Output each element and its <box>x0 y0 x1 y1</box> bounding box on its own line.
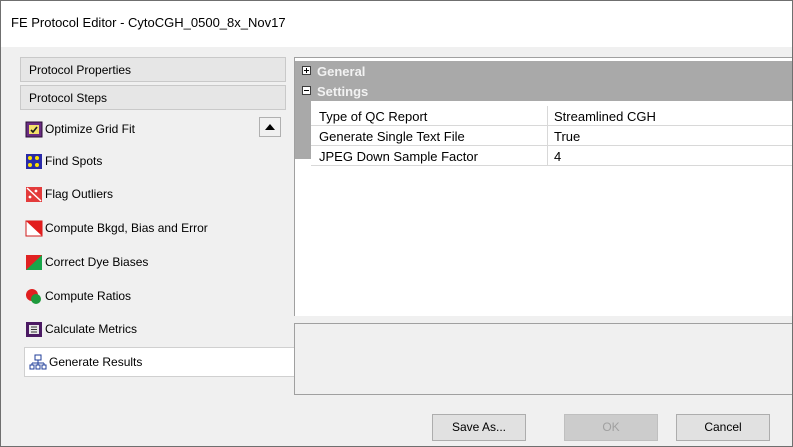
step-label: Correct Dye Biases <box>45 255 149 269</box>
calculate-metrics-icon <box>25 321 43 338</box>
left-panel: Protocol Properties Protocol Steps Optim… <box>20 57 301 395</box>
step-label: Find Spots <box>45 154 103 168</box>
property-row[interactable]: Type of QC Report Streamlined CGH <box>311 106 792 126</box>
step-calculate-metrics[interactable]: Calculate Metrics <box>25 318 137 340</box>
protocol-properties-button[interactable]: Protocol Properties <box>20 57 286 82</box>
category-general[interactable]: General <box>295 61 792 81</box>
step-label: Flag Outliers <box>45 187 114 201</box>
step-flag-outliers[interactable]: Flag Outliers <box>25 183 113 205</box>
collapse-icon[interactable] <box>302 86 311 95</box>
protocol-steps-button[interactable]: Protocol Steps <box>20 85 286 110</box>
property-name: JPEG Down Sample Factor <box>311 146 548 166</box>
title-bar: FE Protocol Editor - CytoCGH_0500_8x_Nov… <box>1 1 792 47</box>
correct-dye-icon <box>25 254 43 271</box>
property-name: Generate Single Text File <box>311 126 548 146</box>
category-label: General <box>317 64 366 79</box>
property-name: Type of QC Report <box>311 106 548 126</box>
property-row[interactable]: JPEG Down Sample Factor 4 <box>311 146 792 166</box>
expand-icon[interactable] <box>302 66 311 75</box>
scroll-up-button[interactable] <box>259 117 281 137</box>
step-optimize-grid-fit[interactable]: Optimize Grid Fit <box>25 118 135 140</box>
category-settings[interactable]: Settings <box>295 81 792 101</box>
property-value[interactable]: True <box>548 126 792 146</box>
step-compute-ratios[interactable]: Compute Ratios <box>25 285 131 307</box>
protocol-editor-window: FE Protocol Editor - CytoCGH_0500_8x_Nov… <box>0 0 793 447</box>
category-label: Settings <box>317 84 369 99</box>
property-value[interactable]: Streamlined CGH <box>548 106 792 126</box>
step-find-spots[interactable]: Find Spots <box>25 150 102 172</box>
save-as-button[interactable]: Save As... <box>432 414 526 441</box>
window-title: FE Protocol Editor - CytoCGH_0500_8x_Nov… <box>11 15 286 30</box>
step-compute-bkgd[interactable]: Compute Bkgd, Bias and Error <box>25 217 208 239</box>
step-correct-dye-biases[interactable]: Correct Dye Biases <box>25 251 148 273</box>
property-row[interactable]: Generate Single Text File True <box>311 126 792 146</box>
flag-outliers-icon <box>25 186 43 203</box>
step-label: Generate Results <box>49 355 143 369</box>
step-label: Calculate Metrics <box>45 322 138 336</box>
grid-gutter <box>295 99 311 159</box>
cancel-button[interactable]: Cancel <box>676 414 770 441</box>
property-grid: General Settings Type of QC Report Strea… <box>294 57 792 316</box>
step-label: Optimize Grid Fit <box>45 122 136 136</box>
generate-results-icon <box>29 354 47 371</box>
compute-bkgd-icon <box>25 220 43 237</box>
step-generate-results[interactable]: Generate Results <box>24 347 301 377</box>
step-label: Compute Bkgd, Bias and Error <box>45 221 208 235</box>
ok-button[interactable]: OK <box>564 414 658 441</box>
optimize-grid-icon <box>25 121 43 138</box>
step-label: Compute Ratios <box>45 289 132 303</box>
property-value[interactable]: 4 <box>548 146 792 166</box>
find-spots-icon <box>25 153 43 170</box>
compute-ratios-icon <box>25 288 43 305</box>
description-panel <box>294 323 792 395</box>
